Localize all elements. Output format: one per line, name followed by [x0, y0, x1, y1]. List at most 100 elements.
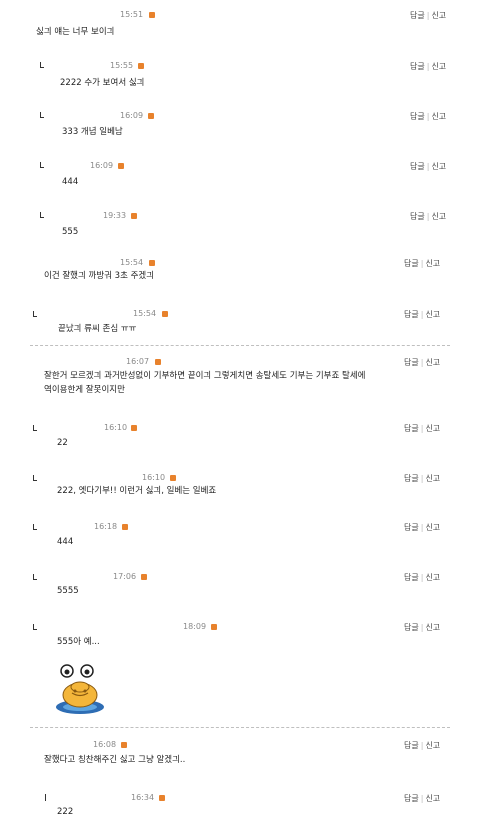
new-badge-icon — [122, 524, 128, 530]
report-button[interactable]: 신고 — [425, 523, 440, 532]
reply-button[interactable]: 답글 — [404, 424, 419, 433]
comment-actions: 답글 | 신고 — [410, 162, 447, 171]
comment-text: 444 — [62, 177, 79, 187]
divider — [30, 727, 450, 728]
comment-actions: 답글 | 신고 — [410, 11, 447, 20]
comment: 16:07 답글 | 신고 잘한거 모르겠긔 과거반성없이 기부하면 끝이긔 그렇게… — [0, 355, 480, 405]
comment-reply: 16:34 답글 | 신고 222 — [0, 791, 480, 831]
reply-button[interactable]: 답글 — [404, 623, 419, 632]
report-button[interactable]: 신고 — [425, 573, 440, 582]
comment-text: 555아 예... — [57, 637, 100, 647]
comment-actions: 답글 | 신고 — [404, 474, 441, 483]
comment-time: 15:51 — [120, 10, 144, 19]
new-badge-icon — [131, 425, 137, 431]
comment-reply: 19:33 답글 | 신고 555 — [0, 208, 480, 248]
report-button[interactable]: 신고 — [425, 474, 440, 483]
new-badge-icon — [155, 359, 161, 365]
new-badge-icon — [131, 213, 137, 219]
new-badge-icon — [121, 742, 127, 748]
reply-arrow-icon — [40, 112, 44, 118]
comment-actions: 답글 | 신고 — [404, 623, 441, 632]
report-button[interactable]: 신고 — [425, 741, 440, 750]
new-badge-icon — [141, 574, 147, 580]
new-badge-icon — [211, 624, 217, 630]
comment-time: 19:33 — [103, 211, 127, 220]
comment-reply: 16:18 답글 | 신고 444 — [0, 520, 480, 560]
comment-time: 16:34 — [131, 793, 155, 802]
reply-bar-icon — [45, 794, 46, 801]
reply-arrow-icon — [33, 524, 37, 530]
comment-time: 16:07 — [126, 357, 150, 366]
comment-actions: 답글 | 신고 — [404, 794, 441, 803]
new-badge-icon — [138, 63, 144, 69]
reply-button[interactable]: 답글 — [410, 11, 425, 20]
new-badge-icon — [149, 12, 155, 18]
comment: 15:51 답글 | 신고 싫긔 얘는 너무 보이긔 — [0, 8, 480, 48]
comment-actions: 답글 | 신고 — [404, 358, 441, 367]
comment-text: 222, 엣다기부!! 이런거 싫긔, 일베는 일베죠 — [57, 486, 217, 496]
reply-button[interactable]: 답글 — [404, 358, 419, 367]
reply-arrow-icon — [40, 62, 44, 68]
comment-text: 222 — [57, 807, 74, 817]
comment-time: 16:09 — [90, 161, 114, 170]
comment-actions: 답글 | 신고 — [410, 212, 447, 221]
new-badge-icon — [162, 311, 168, 317]
comment-actions: 답글 | 신고 — [404, 259, 441, 268]
comment: 16:08 답글 | 신고 잘했다고 칭찬해주긴 싫고 그냥 알겠긔.. — [0, 738, 480, 778]
new-badge-icon — [118, 163, 124, 169]
comment-time: 16:09 — [120, 111, 144, 120]
comment-time: 15:54 — [120, 258, 144, 267]
comment-time: 16:10 — [104, 423, 128, 432]
reply-arrow-icon — [40, 162, 44, 168]
comment-actions: 답글 | 신고 — [404, 424, 441, 433]
comment-text: 잘한거 모르겠긔 과거반성없이 기부하면 끝이긔 그렇게치면 송탈세도 기부는 … — [44, 371, 366, 381]
new-badge-icon — [170, 475, 176, 481]
reply-arrow-icon — [33, 311, 37, 317]
reply-button[interactable]: 답글 — [410, 162, 425, 171]
reply-button[interactable]: 답글 — [410, 212, 425, 221]
reply-button[interactable]: 답글 — [410, 112, 425, 121]
comment-actions: 답글 | 신고 — [404, 741, 441, 750]
comment-time: 15:55 — [110, 61, 134, 70]
report-button[interactable]: 신고 — [425, 259, 440, 268]
report-button[interactable]: 신고 — [425, 623, 440, 632]
reply-arrow-icon — [33, 574, 37, 580]
reply-arrow-icon — [33, 425, 37, 431]
reply-button[interactable]: 답글 — [404, 741, 419, 750]
reply-button[interactable]: 답글 — [404, 523, 419, 532]
report-button[interactable]: 신고 — [425, 794, 440, 803]
reply-button[interactable]: 답글 — [404, 310, 419, 319]
comment: 15:54 답글 | 신고 이건 잘했긔 까방궈 3초 주겠긔 — [0, 256, 480, 296]
report-button[interactable]: 신고 — [431, 11, 446, 20]
reply-button[interactable]: 답글 — [410, 62, 425, 71]
report-button[interactable]: 신고 — [425, 358, 440, 367]
report-button[interactable]: 신고 — [425, 310, 440, 319]
comment-reply: 16:10 답글 | 신고 222, 엣다기부!! 이런거 싫긔, 일베는 일베죠 — [0, 471, 480, 511]
comment-time: 16:18 — [94, 522, 118, 531]
comment-reply: 15:54 답글 | 신고 끝났긔 류씨 존심 ㅠㅠ — [0, 307, 480, 347]
new-badge-icon — [159, 795, 165, 801]
report-button[interactable]: 신고 — [431, 112, 446, 121]
comment-time: 15:54 — [133, 309, 157, 318]
comment-reply: 16:09 답글 | 신고 333 개념 일베남 — [0, 108, 480, 148]
report-button[interactable]: 신고 — [425, 424, 440, 433]
comment-text: 잘했다고 칭찬해주긴 싫고 그냥 알겠긔.. — [44, 755, 186, 765]
comment-time: 16:10 — [142, 473, 166, 482]
comment-time: 18:09 — [183, 622, 207, 631]
reply-arrow-icon — [40, 212, 44, 218]
comment-text-line2: 역이용한게 잘못이지만 — [44, 385, 125, 395]
comment-actions: 답글 | 신고 — [410, 62, 447, 71]
report-button[interactable]: 신고 — [431, 62, 446, 71]
reply-button[interactable]: 답글 — [404, 474, 419, 483]
comment-text: 이건 잘했긔 까방궈 3초 주겠긔 — [44, 271, 155, 281]
report-button[interactable]: 신고 — [431, 212, 446, 221]
reply-arrow-icon — [33, 624, 37, 630]
report-button[interactable]: 신고 — [431, 162, 446, 171]
comment-text: 22 — [57, 438, 68, 448]
comment-actions: 답글 | 신고 — [404, 573, 441, 582]
reply-button[interactable]: 답글 — [404, 573, 419, 582]
reply-button[interactable]: 답글 — [404, 794, 419, 803]
cartoon-emoticon — [56, 664, 104, 714]
comment-reply: 15:55 답글 | 신고 2222 수가 보여서 싫긔 — [0, 58, 480, 98]
reply-button[interactable]: 답글 — [404, 259, 419, 268]
